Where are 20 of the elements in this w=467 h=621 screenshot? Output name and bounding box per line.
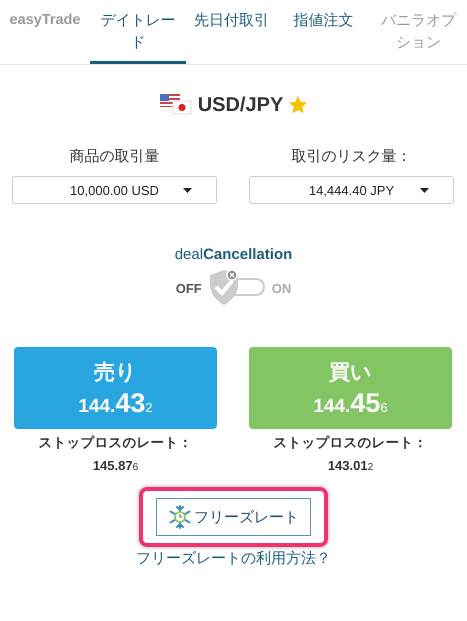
deal-cancellation-title: dealCancellation: [174, 246, 292, 263]
caret-icon: [183, 188, 192, 193]
tab[interactable]: 指値注文: [277, 0, 370, 64]
amount-dropdown[interactable]: 14,444.40 JPY: [249, 176, 454, 204]
field-label: 取引のリスク量：: [292, 147, 412, 166]
help-link[interactable]: フリーズレートの利用方法？: [136, 549, 331, 568]
on-label: ON: [272, 280, 292, 296]
tab[interactable]: 先日付取引: [186, 0, 277, 64]
stop-loss-label: ストップロスのレート：: [274, 434, 428, 452]
amount-dropdown[interactable]: 10,000.00 USD: [12, 176, 217, 204]
field-label: 商品の取引量: [70, 147, 160, 166]
flag-icon: [160, 94, 192, 116]
tab[interactable]: デイトレード: [90, 0, 186, 64]
freeze-rate-button[interactable]: フリーズレート: [156, 498, 311, 536]
caret-icon: [420, 188, 429, 193]
snowflake-icon: [168, 505, 192, 529]
off-label: OFF: [176, 280, 202, 296]
stop-loss-label: ストップロスのレート：: [38, 434, 192, 452]
currency-pair: USD/JPY: [198, 94, 284, 116]
star-icon[interactable]: [289, 96, 308, 114]
